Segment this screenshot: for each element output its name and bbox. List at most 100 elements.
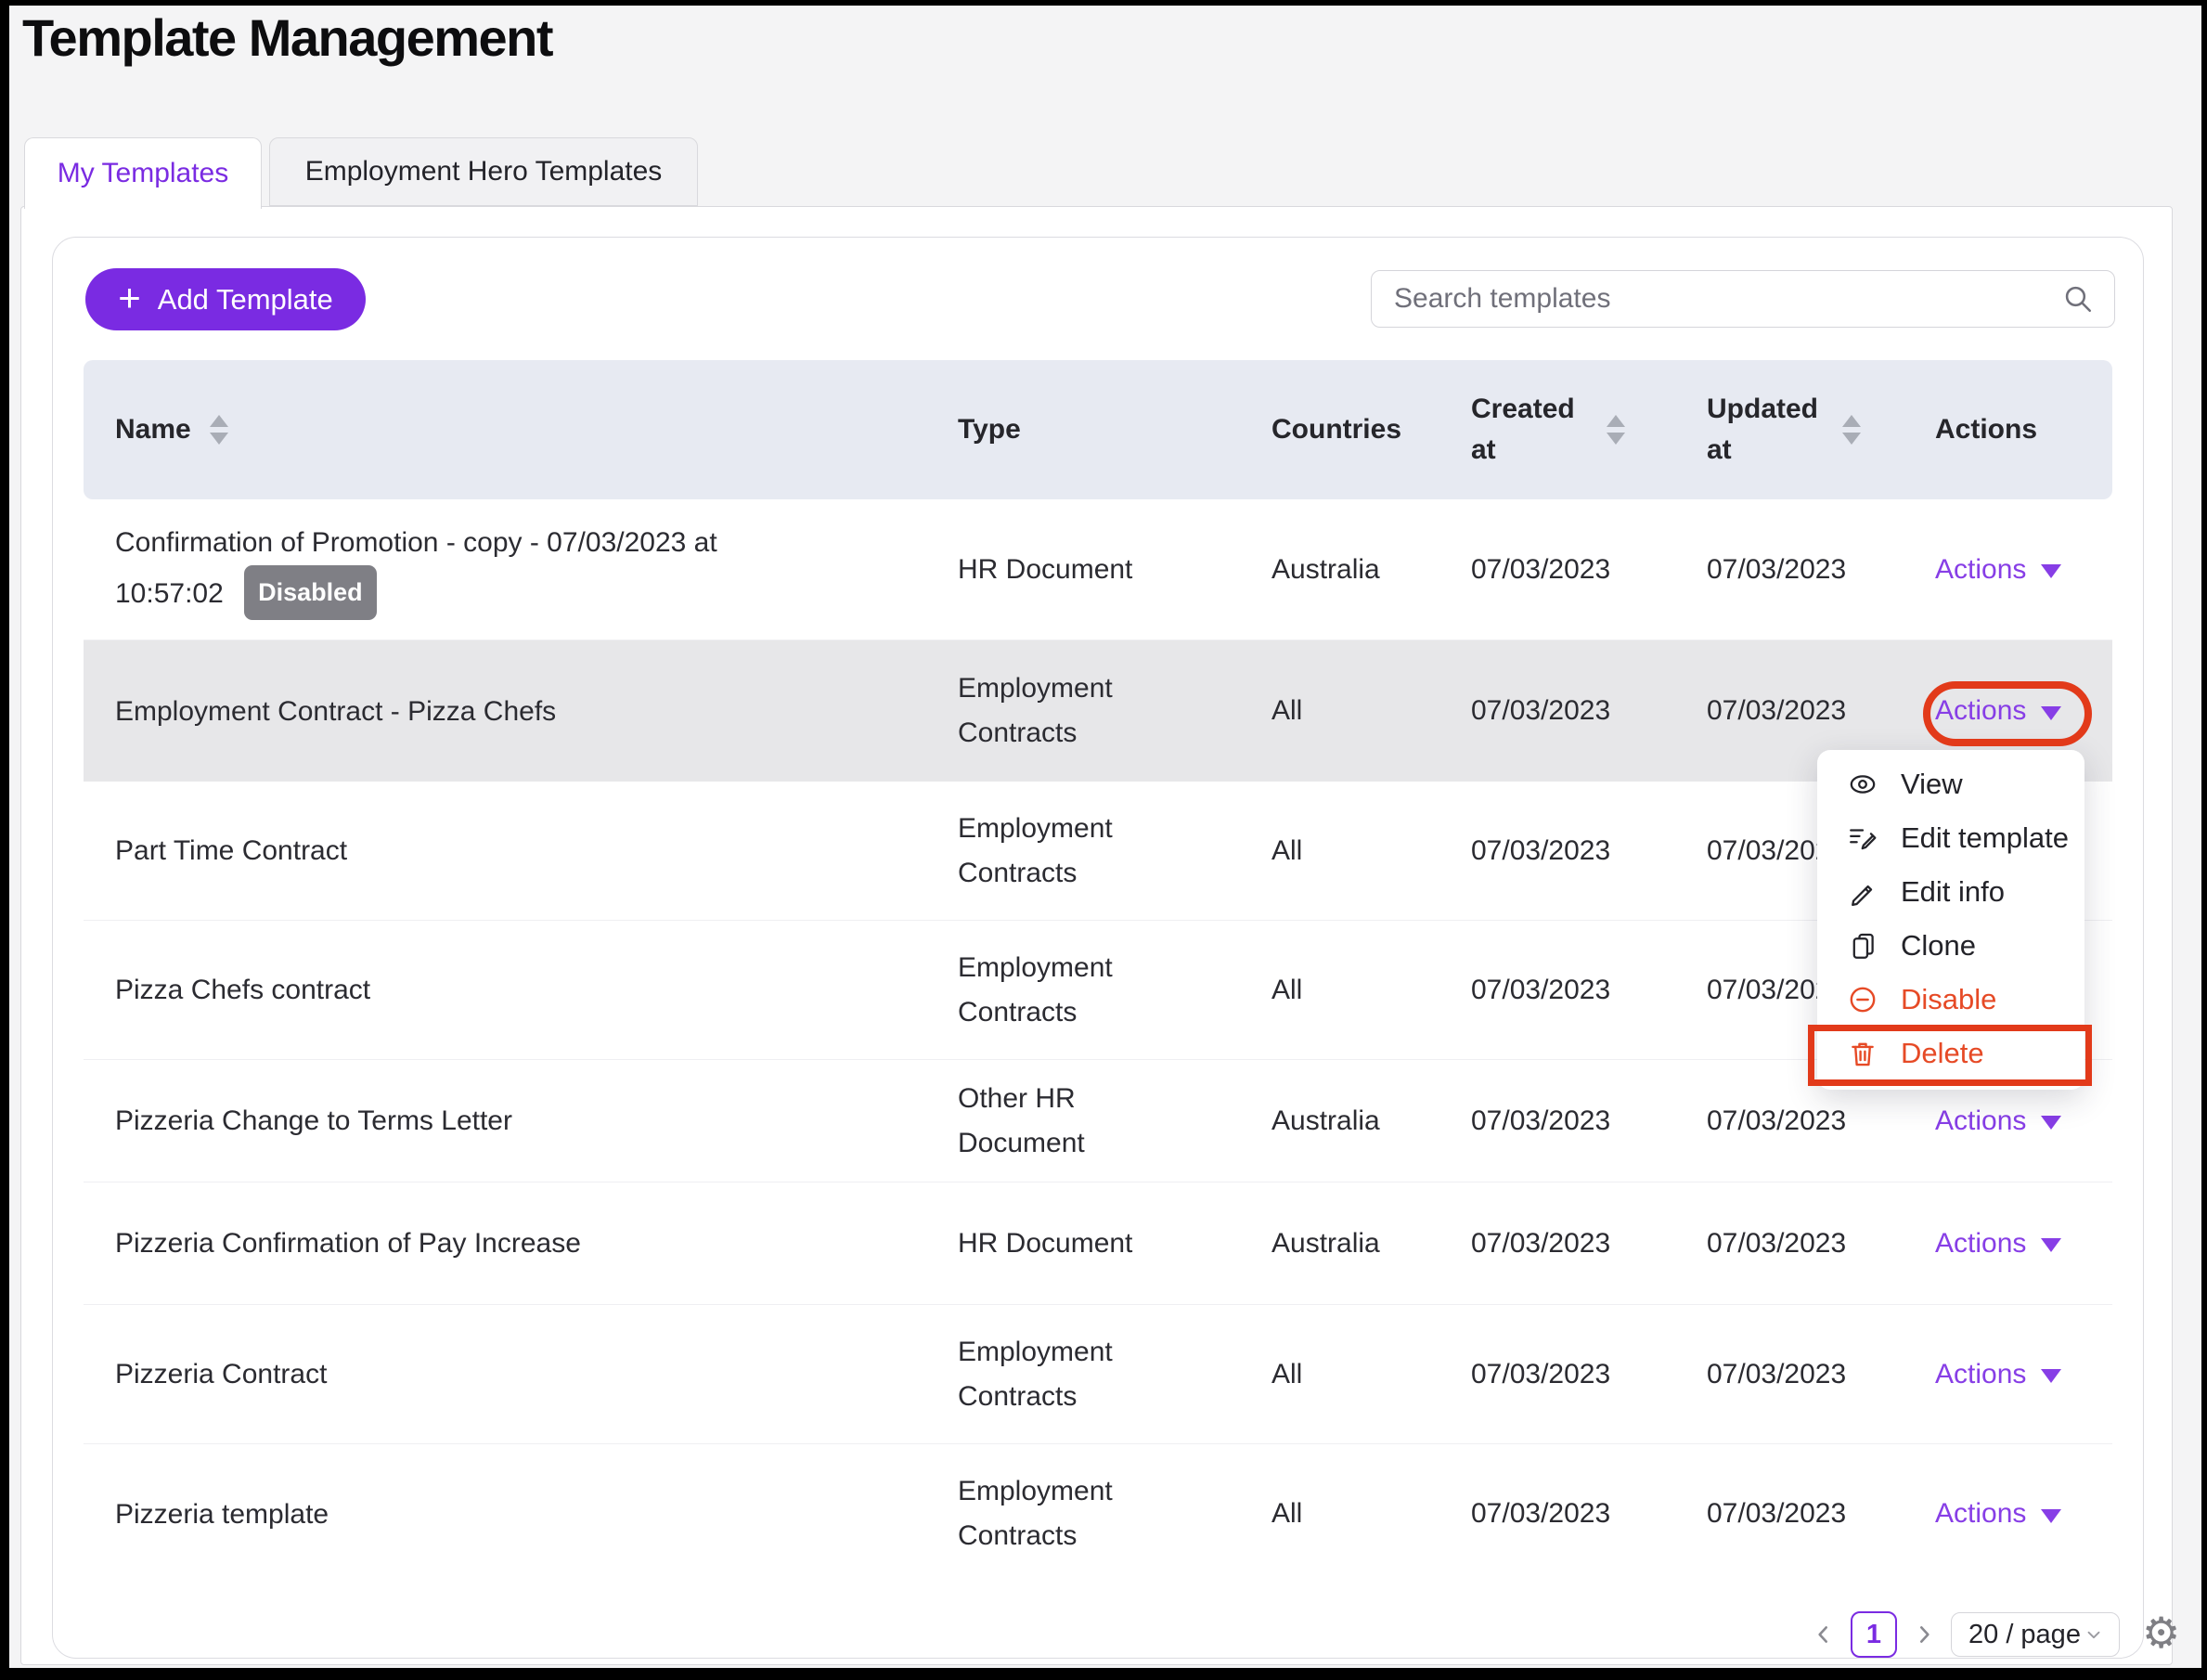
tab-label: Employment Hero Templates xyxy=(305,156,663,187)
template-name: Pizzeria Contract xyxy=(115,1351,327,1397)
menu-item-edit-template[interactable]: Edit template xyxy=(1817,811,2084,865)
tab-label: My Templates xyxy=(58,158,229,189)
template-name: Pizzeria Confirmation of Pay Increase xyxy=(115,1221,581,1266)
header-created-at[interactable]: Created at xyxy=(1457,389,1694,471)
updated-at: 07/03/2023 xyxy=(1707,1105,1846,1137)
search-box xyxy=(1371,270,2115,328)
template-name: Employment Contract - Pizza Chefs xyxy=(115,689,556,734)
created-at: 07/03/2023 xyxy=(1471,1105,1610,1137)
gear-icon[interactable]: ⚙ xyxy=(2142,1608,2180,1658)
header-name[interactable]: Name xyxy=(84,414,937,446)
chevron-down-icon xyxy=(2041,1116,2061,1130)
menu-item-delete[interactable]: Delete xyxy=(1817,1027,2084,1080)
page-title: Template Management xyxy=(22,7,552,68)
template-name: Pizzeria Change to Terms Letter xyxy=(115,1098,512,1144)
template-type: HR Document xyxy=(958,1221,1132,1266)
created-at: 07/03/2023 xyxy=(1471,1359,1610,1390)
template-name: Confirmation of Promotion - copy - 07/03… xyxy=(115,520,787,620)
table-row-highlighted: Employment Contract - Pizza Chefs Employ… xyxy=(84,640,2112,782)
template-countries: Australia xyxy=(1271,1228,1380,1260)
template-type: Other HR Document xyxy=(958,1077,1201,1166)
clone-icon xyxy=(1847,930,1878,962)
row-actions-dropdown-open[interactable]: Actions xyxy=(1935,695,2061,727)
status-badge: Disabled xyxy=(244,565,377,620)
eye-icon xyxy=(1847,769,1878,800)
menu-item-edit-info[interactable]: Edit info xyxy=(1817,865,2084,919)
template-name: Pizzeria template xyxy=(115,1492,329,1537)
next-page-icon[interactable] xyxy=(1910,1621,1938,1648)
header-countries: Countries xyxy=(1244,414,1457,446)
pencil-icon xyxy=(1847,876,1878,908)
sort-icon[interactable] xyxy=(1607,415,1625,445)
previous-page-icon[interactable] xyxy=(1810,1621,1838,1648)
template-type: Employment Contracts xyxy=(958,666,1201,756)
template-type: Employment Contracts xyxy=(958,1469,1201,1558)
created-at: 07/03/2023 xyxy=(1471,1228,1610,1260)
table-row: Pizzeria Change to Terms Letter Other HR… xyxy=(84,1060,2112,1182)
sort-icon[interactable] xyxy=(1842,415,1861,445)
page-size-select[interactable]: 20 / page xyxy=(1951,1612,2120,1657)
created-at: 07/03/2023 xyxy=(1471,975,1610,1006)
template-countries: Australia xyxy=(1271,554,1380,586)
updated-at: 07/03/2023 xyxy=(1707,554,1846,586)
row-actions-dropdown[interactable]: Actions xyxy=(1935,1105,2061,1137)
template-countries: All xyxy=(1271,975,1302,1006)
header-updated-at[interactable]: Updated at xyxy=(1694,389,1921,471)
created-at: 07/03/2023 xyxy=(1471,695,1610,727)
menu-item-clone[interactable]: Clone xyxy=(1817,919,2084,973)
template-countries: All xyxy=(1271,835,1302,867)
template-type: Employment Contracts xyxy=(958,1330,1201,1419)
plus-icon: + xyxy=(118,278,141,317)
menu-item-view[interactable]: View xyxy=(1817,757,2084,811)
template-type: HR Document xyxy=(958,548,1132,592)
chevron-down-icon xyxy=(2041,1369,2061,1383)
row-actions-dropdown[interactable]: Actions xyxy=(1935,1359,2061,1390)
pagination: 1 20 / page xyxy=(1810,1611,2120,1658)
add-template-button[interactable]: + Add Template xyxy=(85,268,366,330)
row-actions-dropdown[interactable]: Actions xyxy=(1935,1498,2061,1530)
tab-my-templates[interactable]: My Templates xyxy=(24,137,262,209)
header-actions: Actions xyxy=(1921,414,2112,446)
table-row: Pizzeria Confirmation of Pay Increase HR… xyxy=(84,1182,2112,1305)
table-row: Part Time Contract Employment Contracts … xyxy=(84,782,2112,921)
row-actions-dropdown[interactable]: Actions xyxy=(1935,1228,2061,1260)
header-type: Type xyxy=(937,414,1244,446)
template-countries: All xyxy=(1271,695,1302,727)
table-header-row: Name Type Countries Created at Updated a… xyxy=(84,360,2112,499)
trash-icon xyxy=(1847,1038,1878,1069)
edit-template-icon xyxy=(1847,822,1878,854)
table-row: Confirmation of Promotion - copy - 07/03… xyxy=(84,499,2112,640)
created-at: 07/03/2023 xyxy=(1471,554,1610,586)
table-row: Pizzeria Contract Employment Contracts A… xyxy=(84,1305,2112,1444)
updated-at: 07/03/2023 xyxy=(1707,1498,1846,1530)
template-countries: All xyxy=(1271,1359,1302,1390)
search-icon[interactable] xyxy=(2062,283,2094,315)
row-actions-dropdown[interactable]: Actions xyxy=(1935,554,2061,586)
template-name: Pizza Chefs contract xyxy=(115,967,370,1013)
add-template-label: Add Template xyxy=(158,283,333,317)
chevron-down-icon xyxy=(2041,564,2061,578)
template-countries: Australia xyxy=(1271,1105,1380,1137)
chevron-down-icon xyxy=(2041,706,2061,720)
tab-employment-hero-templates[interactable]: Employment Hero Templates xyxy=(269,137,698,206)
template-name: Part Time Contract xyxy=(115,828,347,873)
menu-item-disable[interactable]: Disable xyxy=(1817,973,2084,1027)
template-type: Employment Contracts xyxy=(958,807,1201,896)
page-number-button[interactable]: 1 xyxy=(1851,1611,1897,1658)
table-row: Pizzeria template Employment Contracts A… xyxy=(84,1444,2112,1583)
chevron-down-icon xyxy=(2041,1509,2061,1523)
table-row: Pizza Chefs contract Employment Contract… xyxy=(84,921,2112,1060)
updated-at: 07/03/2023 xyxy=(1707,1359,1846,1390)
updated-at: 07/03/2023 xyxy=(1707,695,1846,727)
updated-at: 07/03/2023 xyxy=(1707,1228,1846,1260)
chevron-down-icon xyxy=(2041,1238,2061,1252)
created-at: 07/03/2023 xyxy=(1471,1498,1610,1530)
sort-icon[interactable] xyxy=(210,415,228,445)
template-type: Employment Contracts xyxy=(958,946,1201,1035)
chevron-down-icon xyxy=(2084,1624,2104,1645)
templates-table: Name Type Countries Created at Updated a… xyxy=(84,360,2112,1583)
created-at: 07/03/2023 xyxy=(1471,835,1610,867)
disable-circle-icon xyxy=(1847,984,1878,1015)
template-countries: All xyxy=(1271,1498,1302,1530)
search-input[interactable] xyxy=(1372,283,2062,315)
